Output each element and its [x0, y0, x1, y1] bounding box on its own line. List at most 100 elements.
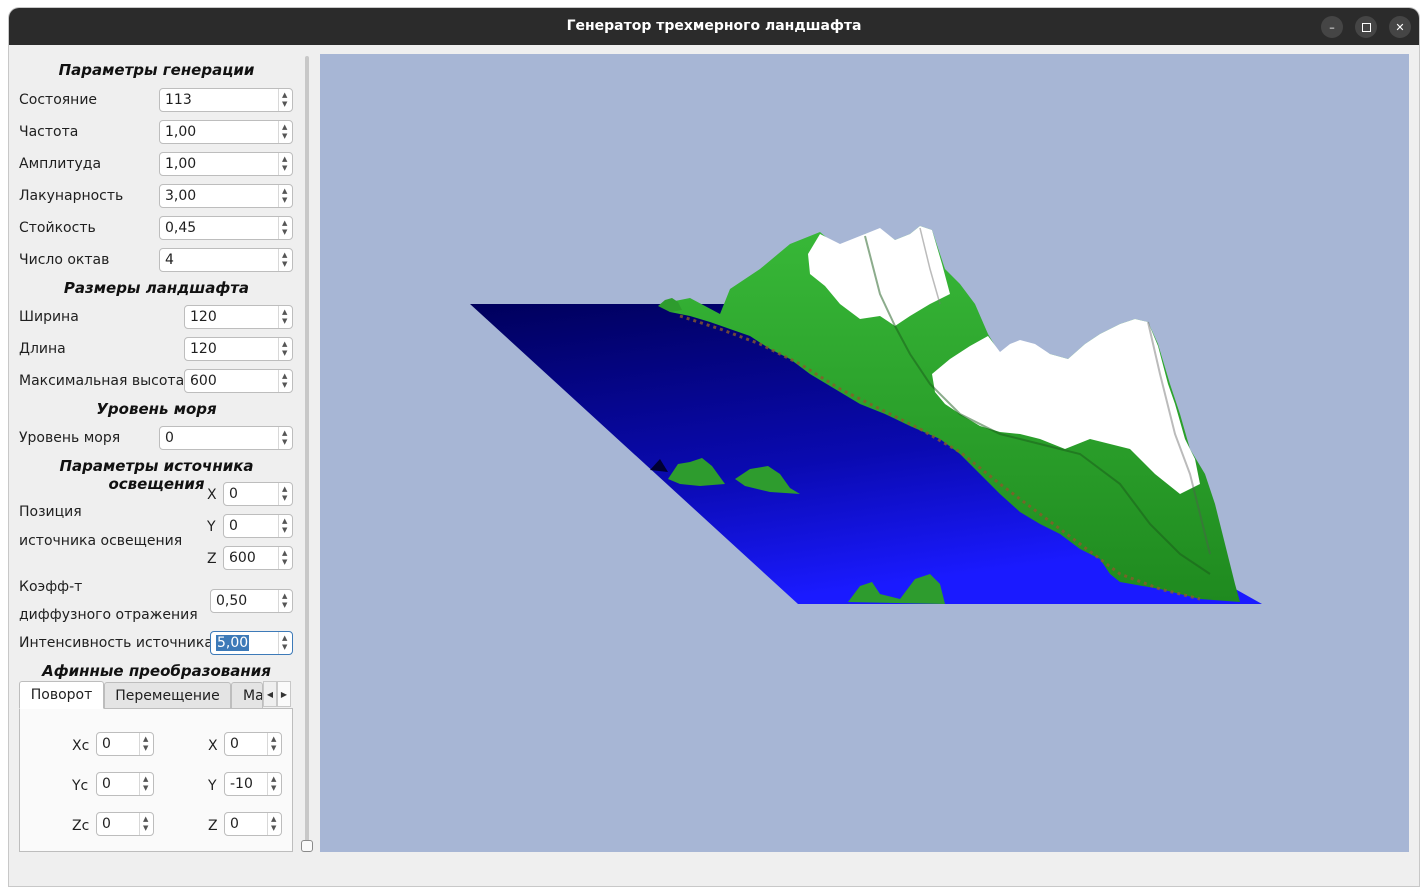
size-header: Размеры ландшафта — [63, 279, 250, 297]
close-button[interactable]: ✕ — [1389, 16, 1411, 38]
sea-level-label: Уровень моря — [19, 430, 121, 446]
rot-x-spinbox[interactable]: 0 ▲ ▼ — [224, 732, 282, 756]
spin-down-icon[interactable]: ▼ — [282, 197, 287, 204]
diffuse-spinbox[interactable]: 0,50 ▲ ▼ — [210, 589, 293, 613]
amplitude-value: 1,00 — [165, 156, 197, 172]
spin-up-icon[interactable]: ▲ — [271, 816, 276, 823]
tab-scroll-left-icon[interactable]: ◀ — [263, 681, 277, 707]
spin-down-icon[interactable]: ▼ — [282, 133, 287, 140]
maximize-button[interactable] — [1355, 16, 1377, 38]
spin-down-icon[interactable]: ▼ — [282, 527, 287, 534]
spin-up-icon[interactable]: ▲ — [271, 736, 276, 743]
rot-y-label: Y — [208, 778, 217, 794]
zc-value: 0 — [102, 816, 111, 832]
spin-up-icon[interactable]: ▲ — [282, 518, 287, 525]
spin-down-icon[interactable]: ▼ — [282, 439, 287, 446]
spin-down-icon[interactable]: ▼ — [282, 350, 287, 357]
light-x-label: X — [207, 487, 217, 503]
spin-down-icon[interactable]: ▼ — [282, 165, 287, 172]
light-y-value: 0 — [229, 518, 238, 534]
diffuse-value: 0,50 — [216, 593, 248, 609]
spin-up-icon[interactable]: ▲ — [282, 124, 287, 131]
octaves-spinbox[interactable]: 4 ▲ ▼ — [159, 248, 293, 272]
light-z-spinbox[interactable]: 600 ▲ ▼ — [223, 546, 293, 570]
persistence-spinbox[interactable]: 0,45 ▲ ▼ — [159, 216, 293, 240]
spin-up-icon[interactable]: ▲ — [282, 188, 287, 195]
spin-up-icon[interactable]: ▲ — [282, 373, 287, 380]
width-spinbox[interactable]: 120 ▲ ▼ — [184, 305, 293, 329]
width-value: 120 — [190, 309, 217, 325]
spin-down-icon[interactable]: ▼ — [282, 229, 287, 236]
max-height-spinbox[interactable]: 600 ▲ ▼ — [184, 369, 293, 393]
landscape-viewport[interactable] — [320, 54, 1409, 852]
light-position-label-line2: источника освещения — [19, 533, 183, 549]
spin-up-icon[interactable]: ▲ — [282, 341, 287, 348]
tab-scroll-right-icon[interactable]: ▶ — [277, 681, 291, 707]
spin-down-icon[interactable]: ▼ — [282, 261, 287, 268]
spin-up-icon[interactable]: ▲ — [282, 635, 287, 642]
spin-up-icon[interactable]: ▲ — [282, 593, 287, 600]
spin-down-icon[interactable]: ▼ — [271, 825, 276, 832]
light-x-spinbox[interactable]: 0 ▲ ▼ — [223, 482, 293, 506]
lacunarity-spinbox[interactable]: 3,00 ▲ ▼ — [159, 184, 293, 208]
rotation-tab-pane: Xc 0 ▲ ▼ Yc 0 ▲ ▼ Zc 0 ▲ ▼ X 0 ▲ ▼ Y -10 — [19, 708, 293, 852]
persistence-label: Стойкость — [19, 220, 96, 236]
spin-down-icon[interactable]: ▼ — [282, 318, 287, 325]
xc-label: Xc — [72, 738, 90, 754]
octaves-value: 4 — [165, 252, 174, 268]
spin-down-icon[interactable]: ▼ — [143, 825, 148, 832]
spin-up-icon[interactable]: ▲ — [143, 816, 148, 823]
diffuse-label-line2: диффузного отражения — [19, 607, 198, 623]
state-spinbox[interactable]: 113 ▲ ▼ — [159, 88, 293, 112]
zc-label: Zc — [72, 818, 90, 834]
yc-spinbox[interactable]: 0 ▲ ▼ — [96, 772, 154, 796]
frequency-label: Частота — [19, 124, 79, 140]
tab-translation[interactable]: Перемещение — [104, 682, 231, 710]
spin-down-icon[interactable]: ▼ — [282, 495, 287, 502]
spin-down-icon[interactable]: ▼ — [271, 745, 276, 752]
spin-up-icon[interactable]: ▲ — [282, 252, 287, 259]
intensity-value[interactable]: 5,00 — [216, 635, 250, 651]
xc-spinbox[interactable]: 0 ▲ ▼ — [96, 732, 154, 756]
affine-header: Афинные преобразования — [42, 662, 271, 680]
spin-down-icon[interactable]: ▼ — [143, 745, 148, 752]
scrollbar-handle[interactable] — [301, 840, 313, 852]
spin-up-icon[interactable]: ▲ — [271, 776, 276, 783]
spin-down-icon[interactable]: ▼ — [271, 785, 276, 792]
light-y-spinbox[interactable]: 0 ▲ ▼ — [223, 514, 293, 538]
xc-value: 0 — [102, 736, 111, 752]
spin-down-icon[interactable]: ▼ — [143, 785, 148, 792]
spin-up-icon[interactable]: ▲ — [282, 486, 287, 493]
frequency-value: 1,00 — [165, 124, 197, 140]
spin-up-icon[interactable]: ▲ — [282, 220, 287, 227]
tab-scale[interactable]: Ма — [231, 682, 263, 710]
intensity-spinbox[interactable]: 5,00 ▲ ▼ — [210, 631, 293, 655]
spin-down-icon[interactable]: ▼ — [282, 602, 287, 609]
panel-scrollbar[interactable] — [305, 56, 309, 848]
spin-down-icon[interactable]: ▼ — [282, 382, 287, 389]
spin-up-icon[interactable]: ▲ — [282, 309, 287, 316]
spin-down-icon[interactable]: ▼ — [282, 101, 287, 108]
tab-rotation[interactable]: Поворот — [19, 681, 104, 709]
spin-up-icon[interactable]: ▲ — [143, 776, 148, 783]
minimize-button[interactable]: – — [1321, 16, 1343, 38]
sea-level-spinbox[interactable]: 0 ▲ ▼ — [159, 426, 293, 450]
amplitude-spinbox[interactable]: 1,00 ▲ ▼ — [159, 152, 293, 176]
spin-up-icon[interactable]: ▲ — [282, 92, 287, 99]
length-spinbox[interactable]: 120 ▲ ▼ — [184, 337, 293, 361]
rot-x-label: X — [208, 738, 218, 754]
spin-up-icon[interactable]: ▲ — [282, 550, 287, 557]
rot-y-spinbox[interactable]: -10 ▲ ▼ — [224, 772, 282, 796]
light-position-label-line1: Позиция — [19, 504, 82, 520]
yc-label: Yc — [72, 778, 89, 794]
zc-spinbox[interactable]: 0 ▲ ▼ — [96, 812, 154, 836]
spin-up-icon[interactable]: ▲ — [282, 156, 287, 163]
rot-z-spinbox[interactable]: 0 ▲ ▼ — [224, 812, 282, 836]
state-value: 113 — [165, 92, 192, 108]
spin-down-icon[interactable]: ▼ — [282, 559, 287, 566]
spin-up-icon[interactable]: ▲ — [143, 736, 148, 743]
spin-up-icon[interactable]: ▲ — [282, 430, 287, 437]
octaves-label: Число октав — [19, 252, 110, 268]
frequency-spinbox[interactable]: 1,00 ▲ ▼ — [159, 120, 293, 144]
spin-down-icon[interactable]: ▼ — [282, 644, 287, 651]
